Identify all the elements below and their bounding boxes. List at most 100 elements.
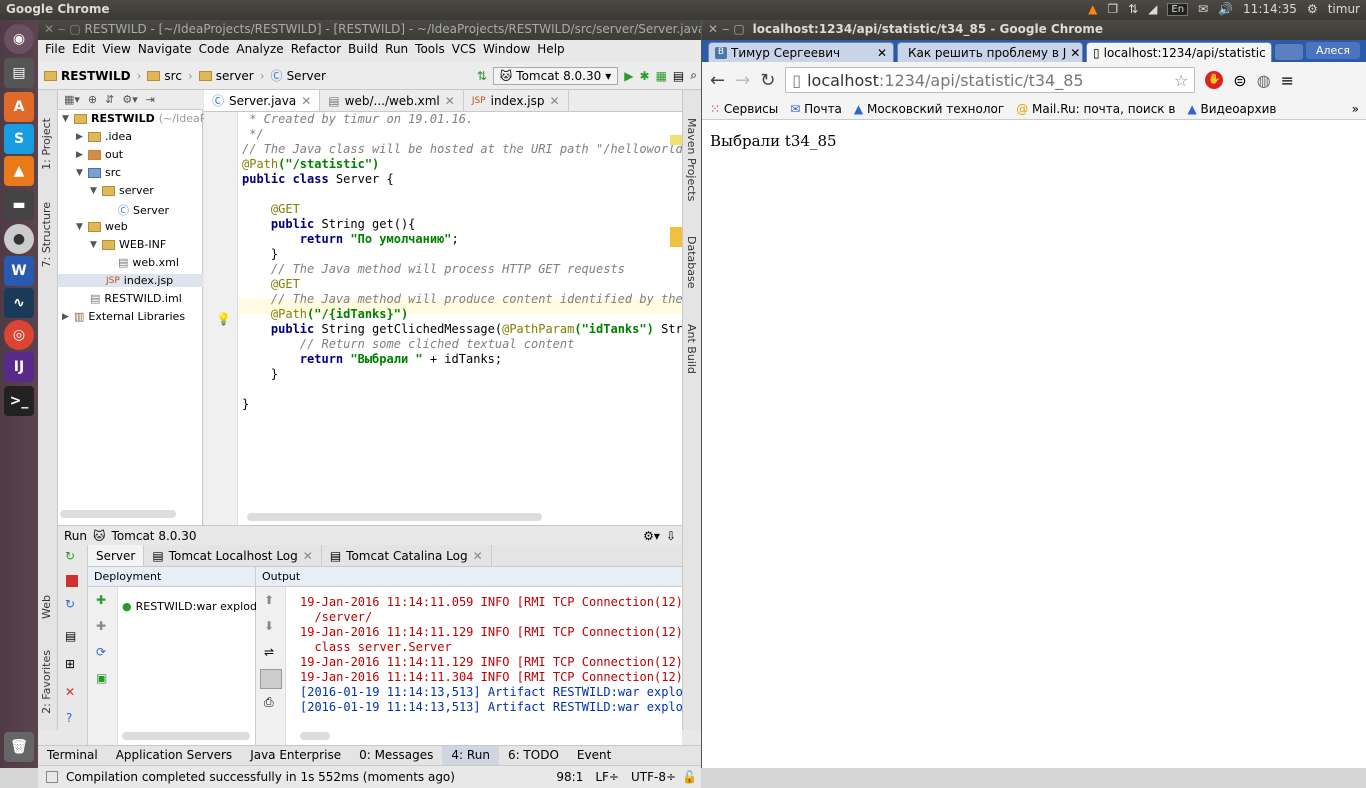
bookmark-mtu[interactable]: ▲ Московский технолог (854, 102, 1004, 116)
menu-edit[interactable]: Edit (71, 40, 101, 60)
menu-build[interactable]: Build (347, 40, 384, 60)
collapse-icon[interactable]: ⇵ (105, 93, 114, 106)
status-toggle-icon[interactable] (46, 771, 58, 783)
close-icon[interactable]: ✕ (877, 46, 887, 60)
pin-icon[interactable]: ⊞ (65, 657, 75, 671)
tab-database[interactable]: Database (685, 236, 698, 289)
refresh-icon[interactable]: ⟳ (96, 645, 106, 659)
trash-icon[interactable]: 🗑 (4, 732, 34, 762)
view-selector-icon[interactable]: ▦▾ (64, 93, 80, 106)
menu-window[interactable]: Window (482, 40, 536, 60)
horizontal-scrollbar[interactable] (247, 513, 542, 521)
tab-messages[interactable]: 0: Messages (350, 746, 442, 765)
more-bookmarks-icon[interactable]: » (1352, 102, 1359, 116)
debug-icon[interactable]: ✱ (640, 69, 650, 83)
search-icon[interactable]: ⌕ (690, 68, 697, 83)
keyboard-layout[interactable]: En (1167, 2, 1189, 16)
tab-server-java[interactable]: Ⓒ Server.java ✕ (204, 90, 321, 111)
structure-icon[interactable]: ▤ (673, 69, 684, 83)
lock-icon[interactable]: 🔓 (682, 770, 697, 784)
tab-java-enterprise[interactable]: Java Enterprise (241, 746, 350, 765)
page-info-icon[interactable]: ▯ (792, 71, 801, 90)
disc-icon[interactable]: ● (4, 224, 34, 254)
menu-view[interactable]: View (101, 40, 136, 60)
terminal-icon[interactable]: >_ (4, 386, 34, 416)
extension-icon[interactable]: ◍ (1257, 71, 1271, 90)
bookmark-mail[interactable]: ✉ Почта (790, 102, 842, 116)
stop-icon[interactable] (66, 575, 78, 587)
tab-event-log[interactable]: Event (568, 746, 620, 765)
menu-file[interactable]: File (44, 40, 71, 60)
menu-navigate[interactable]: Navigate (137, 40, 198, 60)
browser-tab-toster[interactable]: Как решить проблему в J ✕ (897, 42, 1083, 62)
browser-tab-vk[interactable]: В Тимур Сергеевич ✕ (708, 42, 894, 62)
browser-tab-localhost[interactable]: ▯localhost:1234/api/statistic✕ (1086, 42, 1272, 62)
tree-item-iml[interactable]: ▤ RESTWILD.iml (90, 292, 182, 305)
down-icon[interactable]: ⬇ (264, 619, 274, 633)
cursor-position[interactable]: 98:1 (556, 770, 583, 784)
chrome-icon[interactable]: ◎ (4, 320, 34, 350)
tab-localhost-log[interactable]: ▤ Tomcat Localhost Log ✕ (144, 545, 322, 566)
menu-run[interactable]: Run (384, 40, 414, 60)
intellij-icon[interactable]: IJ (4, 352, 34, 382)
close-icon[interactable]: ✕ (473, 549, 483, 563)
hide-panel-icon[interactable]: ⇩ (666, 529, 676, 543)
close-icon[interactable]: ✕ (65, 685, 75, 699)
gear-icon[interactable]: ⚙ (1307, 2, 1318, 16)
menu-tools[interactable]: Tools (414, 40, 451, 60)
bookmark-services[interactable]: ⁙ Сервисы (710, 102, 778, 116)
tree-item-external-libraries[interactable]: ▶ ▥ External Libraries (62, 310, 185, 323)
writer-icon[interactable]: W (4, 256, 34, 286)
tree-item-idea[interactable]: ▶ .idea (76, 130, 132, 143)
close-icon[interactable]: ✕ (1070, 46, 1080, 60)
close-icon[interactable]: ✕ (445, 94, 455, 108)
tab-web[interactable]: Web (40, 595, 53, 619)
reload-icon[interactable]: ↻ (760, 70, 775, 91)
close-icon[interactable]: ✕ (549, 94, 559, 108)
files-icon[interactable]: ▤ (4, 58, 34, 88)
tree-item-out[interactable]: ▶ out (76, 148, 123, 161)
close-icon[interactable]: ✕ (1270, 46, 1271, 60)
tree-item-server-class[interactable]: Ⓒ Server (118, 202, 169, 218)
tab-todo[interactable]: 6: TODO (499, 746, 568, 765)
undeploy-icon[interactable]: ✚ (96, 619, 106, 633)
code-area[interactable]: * Created by timur on 19.01.16. */ // Th… (242, 112, 682, 512)
address-bar[interactable]: ▯ localhost:1234/api/statistic/t34_85 ☆ (785, 67, 1196, 93)
lightbulb-icon[interactable]: 💡 (216, 312, 231, 326)
bookmark-star-icon[interactable]: ☆ (1174, 71, 1188, 90)
profile-button[interactable]: Алеся (1306, 42, 1360, 59)
horizontal-scrollbar[interactable] (300, 732, 330, 740)
menu-vcs[interactable]: VCS (451, 40, 482, 60)
deployment-item[interactable]: ● RESTWILD:war explode (122, 600, 264, 613)
scroll-to-end-icon[interactable] (260, 669, 282, 689)
tree-item-indexjsp[interactable]: JSP index.jsp (58, 274, 203, 287)
tab-favorites[interactable]: 2: Favorites (40, 650, 53, 714)
dropbox-icon[interactable]: ❐ (1107, 2, 1118, 16)
bookmark-video[interactable]: ▲ Видеоархив (1187, 102, 1276, 116)
forward-icon[interactable]: → (735, 70, 750, 91)
close-icon[interactable]: ✕ (303, 549, 313, 563)
up-icon[interactable]: ⬆ (264, 593, 274, 607)
tab-structure[interactable]: 7: Structure (40, 202, 53, 267)
tree-item-webxml[interactable]: ▤ web.xml (118, 256, 179, 269)
help-icon[interactable]: ? (66, 711, 72, 725)
tab-project[interactable]: 1: Project (40, 118, 53, 170)
line-separator[interactable]: LF÷ (595, 770, 619, 784)
deploy-icon[interactable]: ✚ (96, 593, 106, 607)
breadcrumb-server[interactable]: server (198, 69, 254, 83)
window-controls[interactable]: ✕ ‒ ▢ (44, 22, 84, 36)
tab-ant-build[interactable]: Ant Build (685, 324, 698, 374)
menu-analyze[interactable]: Analyze (235, 40, 289, 60)
editor-gutter[interactable]: 💡 (204, 112, 238, 525)
menu-help[interactable]: Help (536, 40, 570, 60)
volume-icon[interactable]: 🔊 (1218, 2, 1233, 16)
mail-icon[interactable]: ✉ (1198, 2, 1208, 16)
username[interactable]: timur (1328, 2, 1360, 16)
run-icon[interactable]: ▶ (624, 69, 633, 83)
wrap-icon[interactable]: ⇌ (264, 645, 274, 659)
tab-maven-projects[interactable]: Maven Projects (685, 118, 698, 201)
tree-item-src[interactable]: ▼ src (76, 166, 121, 179)
monitor-icon[interactable]: ∿ (4, 288, 34, 318)
menu-refactor[interactable]: Refactor (290, 40, 347, 60)
app-icon[interactable]: ▬ (4, 190, 34, 220)
